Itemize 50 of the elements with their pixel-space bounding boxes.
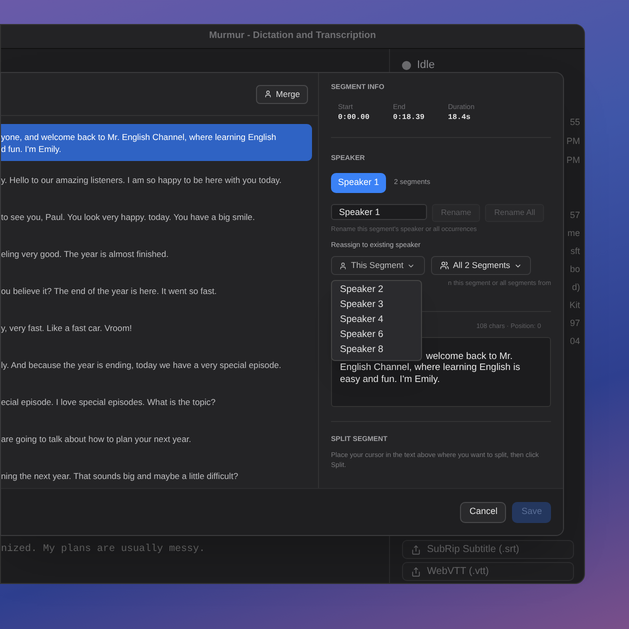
segment-row[interactable]: yone, and welcome back to Mr. English Channel, where learning English d fun. I'm Emily. [1,124,312,162]
segment-row[interactable]: are going to talk about how to plan your next year. [1,420,312,458]
cancel-button[interactable]: Cancel [460,502,506,522]
speaker-name-field[interactable]: Speaker 1 [331,204,427,220]
this-segment-dropdown[interactable]: This Segment [331,256,425,275]
segment-text: y. Hello to our amazing listeners. I am so happy to be here with you today. [1,174,283,186]
people-icon [440,261,449,270]
segment-row[interactable]: y. Hello to our amazing listeners. I am so happy to be here with you today. [1,161,312,198]
merge-button[interactable]: Merge [256,84,308,104]
sidebar-text: Kit [569,298,580,312]
segment-row[interactable]: ning the next year. That sounds big and maybe a little difficult? [1,457,312,488]
segment-row[interactable]: to see you, Paul. You look very happy. today. You have a big smile. [1,198,312,236]
segment-row[interactable]: y, very fast. Like a fast car. Vroom! [1,309,312,346]
sidebar-text: sft [570,244,580,258]
segment-text: d fun. I'm Emily. [1,142,62,155]
segment-text: ou believe it? The end of the year is here. It went so fast. [1,284,218,297]
segment-text: to see you, Paul. You look very happy. today. You have a big smile. [1,210,256,223]
segment-row[interactable]: ecial episode. I love special episodes. What is the topic? [1,383,312,420]
menu-item[interactable]: Speaker 3 [332,298,421,313]
transcript-text: nized. My plans are usually messy. [1,542,206,557]
segment-text: are going to talk about how to plan your next year. [1,432,192,445]
menu-item[interactable]: Speaker 2 [332,283,421,298]
sidebar-text: 04 [570,334,580,348]
sidebar-text: me [567,226,580,240]
segment-text: y, very fast. Like a fast car. Vroom! [1,322,133,334]
window-title: Murmur - Dictation and Transcription [209,29,376,44]
segment-text: eling very good. The year is almost finished. [1,248,170,260]
segment-text: ning the next year. That sounds big and maybe a little difficult? [1,470,240,482]
sidebar-text: PM [566,134,580,148]
segment-row[interactable]: ly. And because the year is ending, today we have a very special episode. [1,346,312,384]
sidebar-text: 55 [570,116,580,128]
sidebar-text: d) [572,280,580,294]
person-icon [264,90,272,98]
person-icon [339,262,347,270]
share-icon [411,544,421,554]
segment-row[interactable]: ou believe it? The end of the year is here. It went so fast. [1,272,312,310]
segment-text: ecial episode. I love special episodes. What is the topic? [1,396,216,408]
menu-item[interactable]: Speaker 8 [332,343,421,358]
menu-item[interactable]: Speaker 4 [332,313,421,328]
all-segments-dropdown[interactable]: All 2 Segments [431,256,532,275]
sidebar-text: PM [566,154,580,166]
status-label: Idle [417,58,435,73]
segment-text: yone, and welcome back to Mr. English Channel, where learning English [1,130,278,143]
sidebar-text: 57 [570,208,580,222]
segment-row[interactable]: eling very good. The year is almost finished. [1,235,312,272]
share-icon [411,566,421,576]
sidebar-text: bo [570,262,580,276]
segment-text: ly. And because the year is ending, today we have a very special episode. [1,358,282,371]
speaker-chip: Speaker 1 [331,172,386,193]
sidebar-text: 97 [570,316,580,330]
